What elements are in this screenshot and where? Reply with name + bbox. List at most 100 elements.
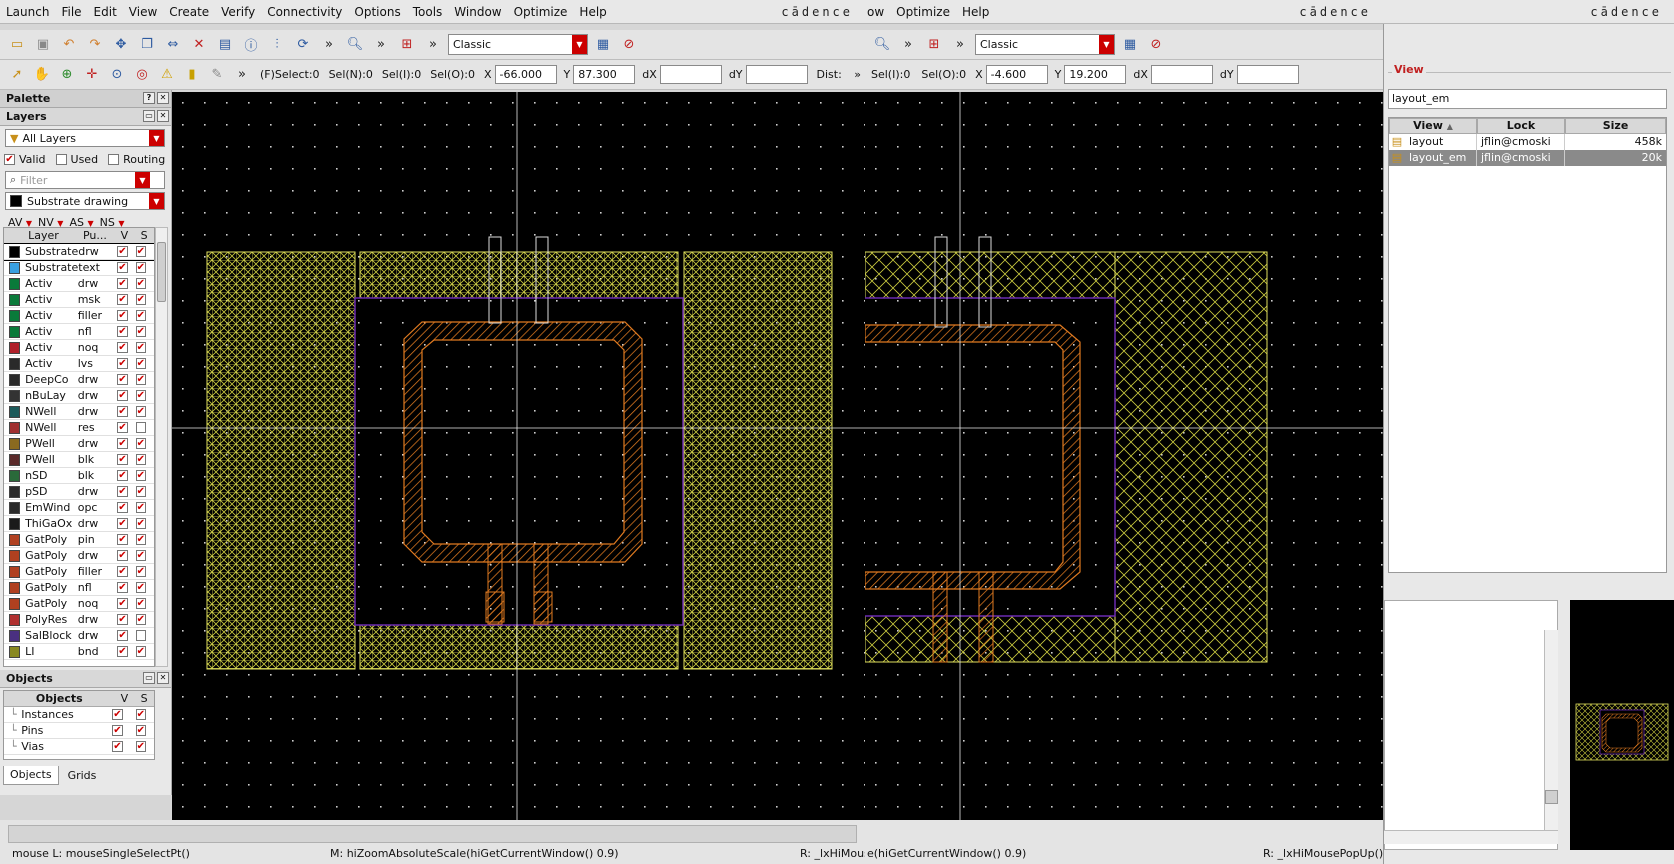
layer-selectable-checkbox[interactable]: ✔ bbox=[135, 262, 146, 273]
layer-visible-checkbox[interactable]: ✔ bbox=[117, 406, 128, 417]
more-chevron-icon-right[interactable]: » bbox=[897, 34, 919, 56]
view-col-header[interactable]: View ▲ bbox=[1389, 118, 1477, 134]
layer-row[interactable]: GatPoly pin ✔ ✔ bbox=[4, 532, 154, 548]
layer-selectable-checkbox[interactable]: ✔ bbox=[135, 358, 146, 369]
more-chevron-icon[interactable]: » bbox=[318, 34, 340, 56]
menu-create[interactable]: Create bbox=[163, 0, 215, 24]
undo-icon[interactable]: ↶ bbox=[58, 34, 80, 56]
close-icon[interactable]: ✕ bbox=[157, 92, 169, 104]
layer-row[interactable]: ThiGaOx drw ✔ ✔ bbox=[4, 516, 154, 532]
more-chevron-icon-2[interactable]: » bbox=[370, 34, 392, 56]
close-icon[interactable]: ✕ bbox=[157, 672, 169, 684]
layer-row[interactable]: GatPoly nfl ✔ ✔ bbox=[4, 580, 154, 596]
layer-visible-checkbox[interactable]: ✔ bbox=[117, 534, 128, 545]
layer-row[interactable]: Activ msk ✔ ✔ bbox=[4, 292, 154, 308]
menu-view[interactable]: View bbox=[123, 0, 163, 24]
menu-verify[interactable]: Verify bbox=[215, 0, 261, 24]
layer-row[interactable]: PWell drw ✔ ✔ bbox=[4, 436, 154, 452]
view-name-input[interactable]: layout_em bbox=[1388, 89, 1667, 109]
menu-window-partial[interactable]: ow bbox=[865, 0, 890, 24]
workspace-select[interactable]: Classic ▼ bbox=[448, 34, 588, 55]
layer-selectable-checkbox[interactable]: ✔ bbox=[135, 518, 146, 529]
dx-field-right[interactable] bbox=[1150, 65, 1213, 84]
layer-visible-checkbox[interactable]: ✔ bbox=[117, 262, 128, 273]
layer-selectable-checkbox[interactable]: ✔ bbox=[135, 646, 146, 657]
layer-row[interactable]: Activ nfl ✔ ✔ bbox=[4, 324, 154, 340]
layer-row[interactable]: GatPoly drw ✔ ✔ bbox=[4, 548, 154, 564]
menu-edit[interactable]: Edit bbox=[88, 0, 123, 24]
refresh-icon[interactable]: ⟳ bbox=[292, 34, 314, 56]
layer-selectable-checkbox[interactable]: ✔ bbox=[135, 374, 146, 385]
more-chevron-icon-4[interactable]: » bbox=[231, 64, 253, 86]
view-row[interactable]: ▤ layout jflin@cmoski 458k bbox=[1389, 134, 1666, 150]
layer-row[interactable]: GatPoly noq ✔ ✔ bbox=[4, 596, 154, 612]
used-checkbox[interactable] bbox=[55, 153, 67, 165]
lock-col-header[interactable]: Lock bbox=[1477, 118, 1565, 134]
layer-visible-checkbox[interactable]: ✔ bbox=[117, 646, 128, 657]
drc-icon[interactable]: ✎ bbox=[206, 64, 228, 86]
tab-grids[interactable]: Grids bbox=[61, 766, 104, 785]
layer-selectable-checkbox[interactable]: ✔ bbox=[135, 454, 146, 465]
object-row-instances[interactable]: └ Instances ✔ ✔ bbox=[4, 707, 154, 723]
layer-visible-checkbox[interactable]: ✔ bbox=[117, 518, 128, 529]
layer-visible-checkbox[interactable]: ✔ bbox=[117, 614, 128, 625]
purpose-col-header[interactable]: Pu... bbox=[83, 229, 115, 242]
zoom-icon-right[interactable]: 🔍︎ bbox=[871, 34, 893, 56]
layout-canvas-right[interactable] bbox=[865, 92, 1383, 820]
s-col-header[interactable]: S bbox=[134, 229, 154, 242]
layer-visible-checkbox[interactable]: ✔ bbox=[117, 438, 128, 449]
properties-icon[interactable]: ▤ bbox=[214, 34, 236, 56]
object-s-checkbox[interactable]: ✔ bbox=[135, 709, 146, 720]
layer-row[interactable]: PolyRes drw ✔ ✔ bbox=[4, 612, 154, 628]
layer-row[interactable]: Substrate drw ✔ ✔ bbox=[4, 243, 154, 261]
dy-field[interactable] bbox=[745, 65, 808, 84]
layer-selectable-checkbox[interactable]: ✔ bbox=[135, 310, 146, 321]
x-coord-field-right[interactable]: -4.600 bbox=[985, 65, 1048, 84]
layer-visible-checkbox[interactable]: ✔ bbox=[117, 358, 128, 369]
layer-selectable-checkbox[interactable]: ✔ bbox=[135, 326, 146, 337]
view-row[interactable]: ▤ layout_em jflin@cmoski 20k bbox=[1389, 150, 1666, 166]
layer-row[interactable]: LI bnd ✔ ✔ bbox=[4, 644, 154, 660]
create-instance-icon[interactable]: ⊞ bbox=[396, 34, 418, 56]
layer-visible-checkbox[interactable]: ✔ bbox=[117, 454, 128, 465]
layer-selectable-checkbox[interactable] bbox=[135, 422, 146, 433]
workspace-select-right[interactable]: Classic ▼ bbox=[975, 34, 1115, 55]
objects-col-header[interactable]: Objects bbox=[4, 692, 115, 705]
menu-optimize[interactable]: Optimize bbox=[508, 0, 574, 24]
layer-row[interactable]: Activ drw ✔ ✔ bbox=[4, 276, 154, 292]
save-icon[interactable]: ▣ bbox=[32, 34, 54, 56]
object-s-checkbox[interactable]: ✔ bbox=[135, 741, 146, 752]
info-icon[interactable]: ⓘ bbox=[240, 34, 262, 56]
layer-visible-checkbox[interactable]: ✔ bbox=[117, 550, 128, 561]
y-coord-field[interactable]: 87.300 bbox=[573, 65, 636, 84]
delete-icon[interactable]: ✕ bbox=[188, 34, 210, 56]
layer-visible-checkbox[interactable]: ✔ bbox=[117, 374, 128, 385]
layer-selectable-checkbox[interactable]: ✔ bbox=[135, 246, 146, 257]
workspace-save-icon[interactable]: ▦ bbox=[592, 34, 614, 56]
layer-visible-checkbox[interactable]: ✔ bbox=[117, 342, 128, 353]
layer-visible-checkbox[interactable]: ✔ bbox=[117, 630, 128, 641]
layer-selectable-checkbox[interactable]: ✔ bbox=[135, 614, 146, 625]
probe-icon[interactable]: ⊙ bbox=[106, 64, 128, 86]
size-col-header[interactable]: Size bbox=[1565, 118, 1666, 134]
layer-row[interactable]: EmWind opc ✔ ✔ bbox=[4, 500, 154, 516]
layer-visible-checkbox[interactable]: ✔ bbox=[117, 598, 128, 609]
close-icon[interactable]: ✕ bbox=[157, 110, 169, 122]
layer-scrollbar[interactable] bbox=[155, 227, 168, 667]
menu-file[interactable]: File bbox=[55, 0, 87, 24]
v-col-header[interactable]: V bbox=[115, 229, 135, 242]
more-chevron-icon-right-2[interactable]: » bbox=[949, 34, 971, 56]
object-v-checkbox[interactable]: ✔ bbox=[112, 741, 123, 752]
layer-selectable-checkbox[interactable]: ✔ bbox=[135, 294, 146, 305]
layer-visible-checkbox[interactable]: ✔ bbox=[117, 390, 128, 401]
highlight-icon[interactable]: ▮ bbox=[181, 64, 203, 86]
layer-selectable-checkbox[interactable]: ✔ bbox=[135, 390, 146, 401]
menu-launch[interactable]: Launch bbox=[0, 0, 55, 24]
command-line[interactable] bbox=[8, 825, 857, 843]
layer-search-input[interactable]: ⌕ Filter ▼ bbox=[5, 171, 165, 189]
menu-window[interactable]: Window bbox=[448, 0, 507, 24]
object-row-vias[interactable]: └ Vias ✔ ✔ bbox=[4, 739, 154, 755]
layer-selectable-checkbox[interactable]: ✔ bbox=[135, 470, 146, 481]
layer-row[interactable]: SalBlock drw ✔ bbox=[4, 628, 154, 644]
dy-field-right[interactable] bbox=[1236, 65, 1299, 84]
